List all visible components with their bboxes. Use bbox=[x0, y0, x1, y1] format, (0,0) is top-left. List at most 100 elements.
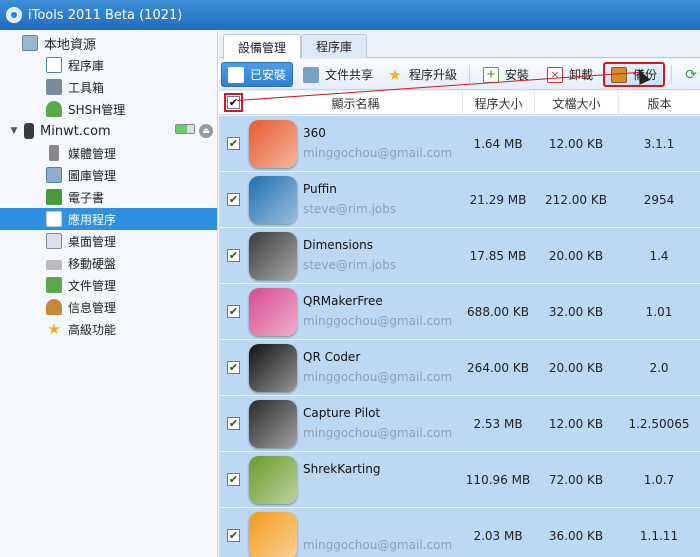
app-version: 2954 bbox=[643, 193, 675, 207]
upgrade-button[interactable]: ★ 程序升級 bbox=[381, 62, 463, 87]
installed-button[interactable]: 已安裝 bbox=[221, 62, 294, 87]
app-developer: minggochou@gmail.com bbox=[303, 314, 453, 328]
sidebar: 本地資源 程序庫 工具箱 SHSH管理 ▼ Minwt.com ⏏ 媒體管理 圖… bbox=[0, 30, 218, 557]
doc-size: 12.00 KB bbox=[548, 417, 604, 431]
select-all-checkbox[interactable]: ✔ bbox=[224, 93, 243, 112]
column-version[interactable]: 版本 bbox=[618, 91, 700, 115]
table-row[interactable]: ✔ Dimensions steve@rim.jobs 17.85 MB 20.… bbox=[219, 228, 700, 284]
sidebar-root-local[interactable]: 本地資源 bbox=[0, 32, 217, 54]
itools-logo-icon bbox=[6, 7, 22, 23]
media-icon bbox=[49, 145, 59, 161]
doc-size: 36.00 KB bbox=[548, 529, 604, 543]
column-doc-size[interactable]: 文檔大小 bbox=[534, 91, 618, 115]
desktop-icon bbox=[46, 233, 62, 249]
doc-size: 32.00 KB bbox=[548, 305, 604, 319]
uninstall-icon: × bbox=[547, 66, 563, 83]
sidebar-item-media[interactable]: 媒體管理 bbox=[0, 142, 217, 164]
sidebar-item-ebook[interactable]: 電子書 bbox=[0, 186, 217, 208]
sidebar-item-library[interactable]: 程序庫 bbox=[0, 54, 217, 76]
table-row[interactable]: ✔ ShrekKarting 110.96 MB 72.00 KB 1.0.7 bbox=[219, 452, 700, 508]
app-version: 3.1.1 bbox=[643, 137, 675, 151]
app-icon bbox=[249, 400, 297, 448]
star-icon: ★ bbox=[47, 320, 61, 338]
app-icon bbox=[249, 176, 297, 224]
sidebar-item-toolbox[interactable]: 工具箱 bbox=[0, 76, 217, 98]
tab-bar: 設備管理 程序庫 bbox=[219, 30, 700, 59]
sidebar-root-device[interactable]: ▼ Minwt.com ⏏ bbox=[0, 120, 217, 142]
main-panel: 設備管理 程序庫 已安裝 文件共享 ★ 程序升級 + 安裝 × 卸載 備份 bbox=[219, 30, 700, 557]
table-row[interactable]: ✔ QRMakerFree minggochou@gmail.com 688.0… bbox=[219, 284, 700, 340]
row-checkbox[interactable]: ✔ bbox=[227, 529, 240, 542]
table-row[interactable]: ✔ Capture Pilot minggochou@gmail.com 2.5… bbox=[219, 396, 700, 452]
gallery-icon bbox=[46, 167, 62, 183]
window-title: iTools 2011 Beta (1021) bbox=[28, 7, 183, 23]
apps-icon bbox=[228, 66, 244, 83]
sidebar-item-gallery[interactable]: 圖庫管理 bbox=[0, 164, 217, 186]
app-icon bbox=[249, 288, 297, 336]
disk-icon bbox=[46, 259, 62, 270]
app-icon bbox=[249, 120, 297, 168]
tab-library[interactable]: 程序庫 bbox=[301, 34, 368, 58]
toolbox-icon bbox=[46, 79, 62, 95]
row-checkbox[interactable]: ✔ bbox=[227, 417, 240, 430]
app-size: 2.53 MB bbox=[473, 417, 523, 431]
app-developer: steve@rim.jobs bbox=[303, 202, 397, 216]
refresh-button[interactable]: ⟳ bbox=[677, 62, 700, 87]
folder-share-icon bbox=[303, 66, 319, 83]
app-size: 1.64 MB bbox=[473, 137, 523, 151]
file-share-button[interactable]: 文件共享 bbox=[297, 62, 379, 87]
table-row[interactable]: ✔ Puffin steve@rim.jobs 21.29 MB 212.00 … bbox=[219, 172, 700, 228]
refresh-icon: ⟳ bbox=[685, 66, 697, 83]
table-row[interactable]: ✔ minggochou@gmail.com 2.03 MB 36.00 KB … bbox=[219, 508, 700, 557]
sidebar-item-contacts[interactable]: 信息管理 bbox=[0, 296, 217, 318]
sidebar-item-desktop[interactable]: 桌面管理 bbox=[0, 230, 217, 252]
app-version: 1.1.11 bbox=[639, 529, 679, 543]
app-name: Capture Pilot bbox=[303, 406, 381, 420]
tab-device-management[interactable]: 設備管理 bbox=[223, 34, 302, 59]
sidebar-item-shsh[interactable]: SHSH管理 bbox=[0, 98, 217, 120]
row-checkbox[interactable]: ✔ bbox=[227, 473, 240, 486]
column-app-size[interactable]: 程序大小 bbox=[462, 91, 534, 115]
row-checkbox[interactable]: ✔ bbox=[227, 361, 240, 374]
app-name: ShrekKarting bbox=[303, 462, 381, 476]
app-size: 17.85 MB bbox=[469, 249, 527, 263]
expand-arrow-icon[interactable]: ▼ bbox=[8, 126, 20, 136]
doc-size: 20.00 KB bbox=[548, 361, 604, 375]
app-developer: minggochou@gmail.com bbox=[303, 538, 453, 552]
add-icon: + bbox=[483, 66, 499, 83]
contacts-icon bbox=[46, 299, 62, 315]
app-name: QR Coder bbox=[303, 350, 361, 364]
app-developer: steve@rim.jobs bbox=[303, 258, 397, 272]
sidebar-item-files[interactable]: 文件管理 bbox=[0, 274, 217, 296]
computer-icon bbox=[22, 35, 38, 51]
sidebar-item-advanced[interactable]: ★ 高級功能 bbox=[0, 318, 217, 340]
iphone-icon bbox=[24, 123, 34, 139]
ebook-icon bbox=[46, 189, 62, 205]
app-size: 110.96 MB bbox=[465, 473, 531, 487]
doc-size: 20.00 KB bbox=[548, 249, 604, 263]
app-version: 2.0 bbox=[649, 361, 669, 375]
battery-icon bbox=[175, 124, 195, 134]
row-checkbox[interactable]: ✔ bbox=[227, 249, 240, 262]
app-version: 1.01 bbox=[645, 305, 673, 319]
sidebar-item-apps[interactable]: 應用程序 bbox=[0, 208, 217, 230]
column-name[interactable]: 顯示名稱 bbox=[249, 91, 462, 115]
sidebar-item-disk[interactable]: 移動硬盤 bbox=[0, 252, 217, 274]
table-row[interactable]: ✔ QR Coder minggochou@gmail.com 264.00 K… bbox=[219, 340, 700, 396]
row-checkbox[interactable]: ✔ bbox=[227, 193, 240, 206]
app-version: 1.4 bbox=[649, 249, 669, 263]
umbrella-icon bbox=[46, 101, 62, 117]
doc-size: 212.00 KB bbox=[545, 193, 607, 207]
app-version: 1.0.7 bbox=[643, 473, 675, 487]
app-developer: minggochou@gmail.com bbox=[303, 426, 453, 440]
app-name: QRMakerFree bbox=[303, 294, 383, 308]
table-row[interactable]: ✔ 360 minggochou@gmail.com 1.64 MB 12.00… bbox=[219, 116, 700, 172]
app-name: Dimensions bbox=[303, 238, 374, 252]
app-size: 688.00 KB bbox=[467, 305, 529, 319]
eject-icon[interactable]: ⏏ bbox=[199, 124, 213, 138]
row-checkbox[interactable]: ✔ bbox=[227, 305, 240, 318]
window-icon bbox=[46, 57, 62, 73]
doc-size: 72.00 KB bbox=[548, 473, 604, 487]
app-name: 360 bbox=[303, 126, 326, 140]
row-checkbox[interactable]: ✔ bbox=[227, 137, 240, 150]
